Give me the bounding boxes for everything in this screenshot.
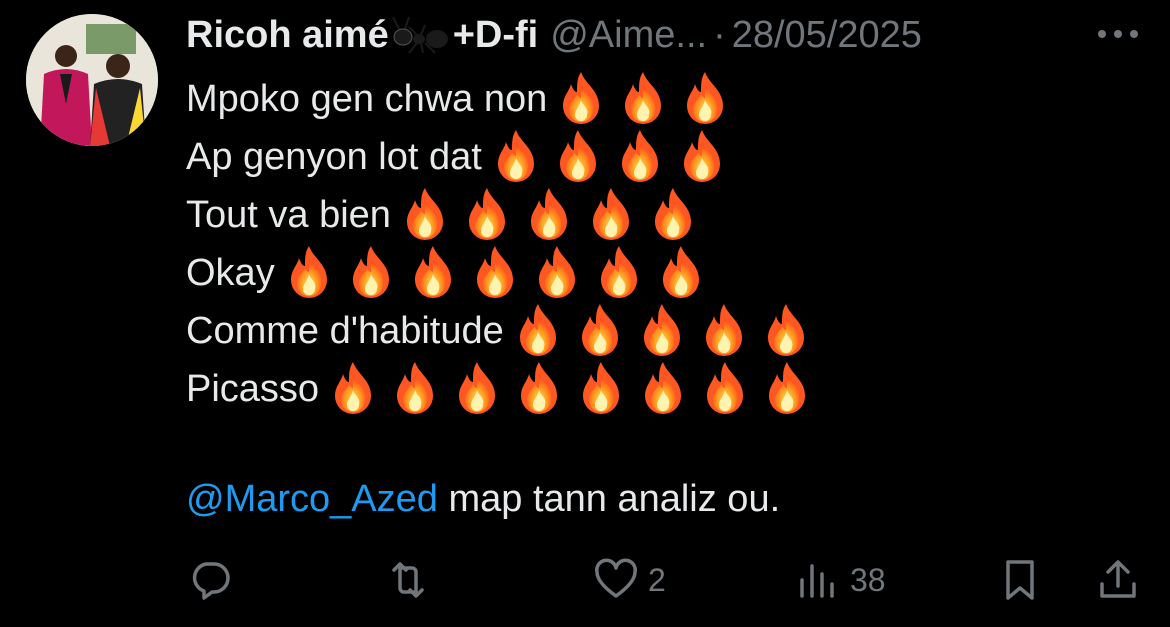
retweet-button[interactable] xyxy=(384,550,440,610)
tweet-line-text: Ap genyon lot dat xyxy=(186,136,482,178)
avatar-photo xyxy=(26,14,158,146)
like-button[interactable]: 2 xyxy=(592,550,666,610)
heart-icon xyxy=(595,558,637,598)
fire-emoji-icon xyxy=(513,360,565,418)
fire-emoji-icon xyxy=(461,186,513,244)
mention-text: map tann analiz ou. xyxy=(437,478,781,520)
ant-icon xyxy=(391,15,451,55)
fire-emoji-icon xyxy=(531,244,583,302)
share-icon xyxy=(1100,560,1136,598)
fire-emoji-group xyxy=(327,360,823,418)
bookmark-icon xyxy=(1006,560,1034,600)
tweet-line: Ap genyon lot dat xyxy=(186,128,823,186)
fire-emoji-icon xyxy=(655,244,707,302)
fire-emoji-group xyxy=(490,128,738,186)
handle[interactable]: @Aime... xyxy=(550,14,707,57)
fire-emoji-icon xyxy=(617,70,669,128)
separator-dot: · xyxy=(713,13,726,56)
fire-emoji-icon xyxy=(636,302,688,360)
fire-emoji-group xyxy=(555,70,741,128)
fire-emoji-icon xyxy=(585,186,637,244)
fire-emoji-icon xyxy=(555,70,607,128)
fire-emoji-icon xyxy=(676,128,728,186)
tweet-text: Mpoko gen chwa non Ap genyon lot dat Tout … xyxy=(186,70,823,418)
fire-emoji-icon xyxy=(283,244,335,302)
mention-link[interactable]: @Marco_Azed xyxy=(186,478,438,520)
tweet-date[interactable]: 28/05/2025 xyxy=(732,14,922,57)
retweet-icon xyxy=(392,562,424,598)
mention-line: @Marco_Azed map tann analiz ou. xyxy=(186,470,780,528)
fire-emoji-icon xyxy=(593,244,645,302)
fire-emoji-group xyxy=(283,244,717,302)
more-options-icon[interactable] xyxy=(1094,22,1142,46)
fire-emoji-icon xyxy=(699,360,751,418)
fire-emoji-icon xyxy=(327,360,379,418)
fire-emoji-group xyxy=(512,302,822,360)
tweet-line-text: Mpoko gen chwa non xyxy=(186,78,548,120)
tweet-line: Okay xyxy=(186,244,823,302)
fire-emoji-icon xyxy=(637,360,689,418)
bookmark-button[interactable] xyxy=(996,550,1044,610)
share-button[interactable] xyxy=(1094,550,1142,610)
fire-emoji-icon xyxy=(399,186,451,244)
fire-emoji-group xyxy=(399,186,709,244)
fire-emoji-icon xyxy=(552,128,604,186)
fire-emoji-icon xyxy=(512,302,564,360)
fire-emoji-icon xyxy=(451,360,503,418)
fire-emoji-icon xyxy=(679,70,731,128)
fire-emoji-icon xyxy=(760,302,812,360)
action-bar: 2 38 xyxy=(0,550,1170,610)
fire-emoji-icon xyxy=(523,186,575,244)
views-button[interactable]: 38 xyxy=(794,550,886,610)
tweet-line-text: Okay xyxy=(186,252,275,294)
tweet-line-text: Picasso xyxy=(186,368,320,410)
views-icon xyxy=(800,564,834,598)
like-count: 2 xyxy=(648,561,666,598)
reply-icon xyxy=(192,562,230,600)
tweet-line: Tout va bien xyxy=(186,186,823,244)
fire-emoji-icon xyxy=(698,302,750,360)
display-name-prefix: Ricoh aimé xyxy=(186,13,389,56)
tweet-header: Ricoh aimé +D-fi @Aime... · 28/05/2025 xyxy=(186,10,922,60)
fire-emoji-icon xyxy=(389,360,441,418)
avatar[interactable] xyxy=(26,14,158,146)
tweet-line: Picasso xyxy=(186,360,823,418)
fire-emoji-icon xyxy=(647,186,699,244)
tweet-line-text: Comme d'habitude xyxy=(186,310,504,352)
fire-emoji-icon xyxy=(614,128,666,186)
display-name[interactable]: Ricoh aimé +D-fi xyxy=(186,14,538,57)
fire-emoji-icon xyxy=(345,244,397,302)
tweet-line: Comme d'habitude xyxy=(186,302,823,360)
display-name-suffix: +D-fi xyxy=(452,13,539,56)
fire-emoji-icon xyxy=(490,128,542,186)
fire-emoji-icon xyxy=(407,244,459,302)
fire-emoji-icon xyxy=(574,302,626,360)
fire-emoji-icon xyxy=(575,360,627,418)
reply-button[interactable] xyxy=(186,550,242,610)
views-count: 38 xyxy=(850,561,886,598)
fire-emoji-icon xyxy=(469,244,521,302)
fire-emoji-icon xyxy=(761,360,813,418)
tweet-line: Mpoko gen chwa non xyxy=(186,70,823,128)
tweet: Ricoh aimé +D-fi @Aime... · 28/05/2025 M… xyxy=(0,0,1170,627)
tweet-line-text: Tout va bien xyxy=(186,194,391,236)
